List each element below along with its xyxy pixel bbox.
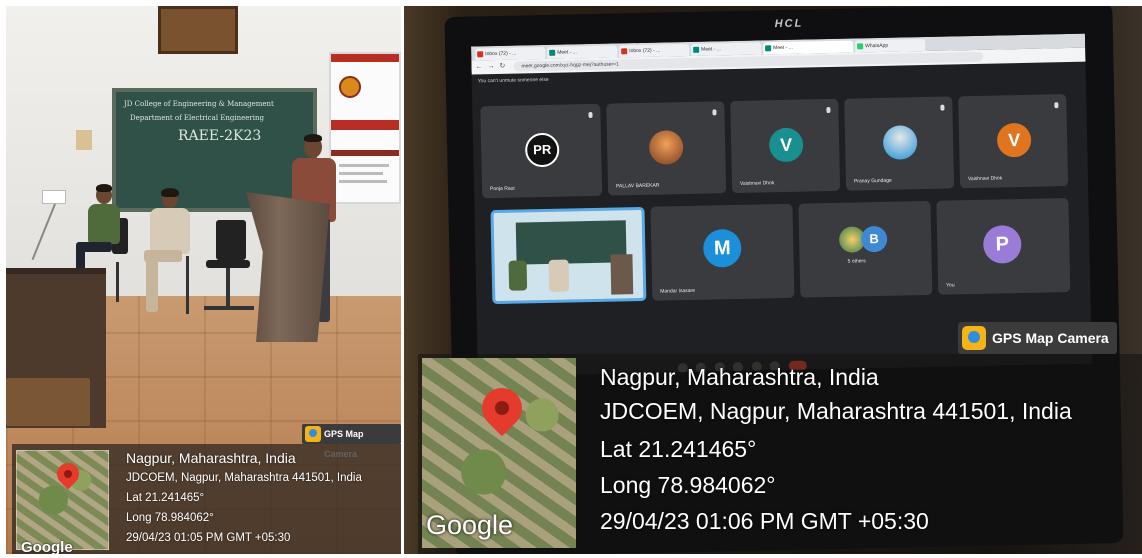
tab-label: Inbox (72) - ...	[485, 50, 517, 58]
participant-avatar: P	[982, 225, 1022, 264]
satellite-map-thumbnail: Google	[16, 450, 109, 554]
participant-name: Pranay Gundage	[853, 177, 892, 185]
location-datetime: 29/04/23 01:06 PM GMT +05:30	[600, 508, 929, 534]
map-pin-icon	[473, 379, 531, 437]
tab-label: WhatsApp	[865, 42, 889, 50]
tab-label: Inbox (72) - ...	[629, 47, 661, 55]
chalkboard-line-2: Department of Electrical Engineering	[130, 114, 264, 122]
tab-label: Meet - ...	[557, 49, 577, 56]
tab-label: Meet - ...	[773, 44, 793, 52]
participant-avatar: B	[860, 225, 888, 253]
others-count: 5 others	[847, 258, 866, 265]
participant-avatar-photo	[648, 130, 684, 165]
participant-avatar: V	[768, 127, 804, 163]
switchboard	[42, 190, 66, 204]
mic-off-icon	[588, 111, 593, 119]
gps-map-camera-badge: GPS Map Camera	[958, 322, 1117, 354]
chalkboard-line-3: RAEE-2K23	[178, 128, 262, 144]
participant-name: Pooja Raut	[489, 185, 515, 193]
location-overlay: Google Nagpur, Maharashtra, India JDCOEM…	[12, 444, 401, 554]
map-pin-icon	[52, 458, 84, 490]
participant-name: Vaishnavi Dhok	[967, 175, 1003, 183]
location-longitude: Long 78.984062°	[600, 472, 776, 498]
left-photo: JD College of Engineering & Management D…	[6, 6, 401, 554]
empty-chair	[202, 220, 258, 326]
location-overlay: Google Nagpur, Maharashtra, India JDCOEM…	[418, 354, 1142, 554]
bench	[6, 378, 90, 426]
reload-icon[interactable]: ↻	[499, 63, 507, 71]
participant-avatar-photo	[882, 125, 918, 160]
seated-woman	[134, 186, 204, 320]
mic-off-icon	[826, 106, 831, 114]
mic-off-icon	[940, 104, 945, 111]
wall-plaque	[76, 130, 92, 150]
participant-avatar: V	[996, 122, 1032, 158]
participant-tile[interactable]: M Mandar Isasare	[650, 203, 795, 301]
gps-badge-label: GPS Map Camera	[992, 330, 1109, 346]
participant-name: Mandar Isasare	[660, 287, 696, 295]
participant-tile[interactable]: V Vaishnavi Dhok	[958, 94, 1069, 189]
participant-name: You	[946, 282, 955, 289]
participant-tile[interactable]: Pranay Gundage	[844, 96, 955, 191]
location-address: JDCOEM, Nagpur, Maharashtra 441501, Indi…	[126, 472, 362, 484]
participant-avatar: PR	[524, 132, 560, 168]
participant-name: PALLAV BAREKAR	[615, 182, 660, 190]
tab-label: Meet - ...	[701, 46, 721, 53]
mic-off-icon	[712, 109, 717, 116]
right-photo: HCL Inbox (72) - ... Meet - ... Inbox (7…	[404, 6, 1142, 554]
wall-frame	[158, 6, 238, 54]
participant-name: Vaishnavi Dhok	[739, 180, 775, 187]
map-provider-label: Google	[426, 510, 514, 540]
meet-notice: You can't unmute someone else	[477, 76, 549, 85]
location-city: Nagpur, Maharashtra, India	[600, 364, 879, 390]
participant-tile[interactable]: V Vaishnavi Dhok	[730, 98, 841, 194]
participant-tile-self[interactable]: P You	[936, 198, 1071, 295]
forward-icon[interactable]: →	[487, 63, 495, 71]
participant-tile-group[interactable]: B 5 others	[798, 200, 933, 298]
location-latitude: Lat 21.241465°	[600, 436, 757, 462]
map-provider-label: Google	[21, 539, 73, 554]
mic-off-icon	[1054, 102, 1059, 109]
monitor-brand: HCL	[774, 17, 804, 31]
presenter-video-tile[interactable]	[490, 206, 647, 305]
participant-avatar: M	[702, 228, 742, 268]
gps-camera-icon	[962, 326, 986, 350]
location-address: JDCOEM, Nagpur, Maharashtra 441501, Indi…	[600, 398, 1072, 424]
location-longitude: Long 78.984062°	[126, 512, 214, 524]
gps-map-camera-badge: GPS Map Camera	[302, 424, 401, 459]
gps-camera-icon	[305, 426, 321, 442]
location-city: Nagpur, Maharashtra, India	[126, 450, 296, 466]
satellite-map-thumbnail: Google	[422, 358, 576, 548]
location-latitude: Lat 21.241465°	[126, 492, 205, 504]
back-icon[interactable]: ←	[475, 63, 483, 71]
location-datetime: 29/04/23 01:05 PM GMT +05:30	[126, 532, 291, 544]
chalkboard-line-1: JD College of Engineering & Management	[124, 100, 274, 108]
participant-tile[interactable]: PALLAV BAREKAR	[606, 101, 727, 196]
participant-tile[interactable]: PR Pooja Raut	[480, 103, 603, 199]
